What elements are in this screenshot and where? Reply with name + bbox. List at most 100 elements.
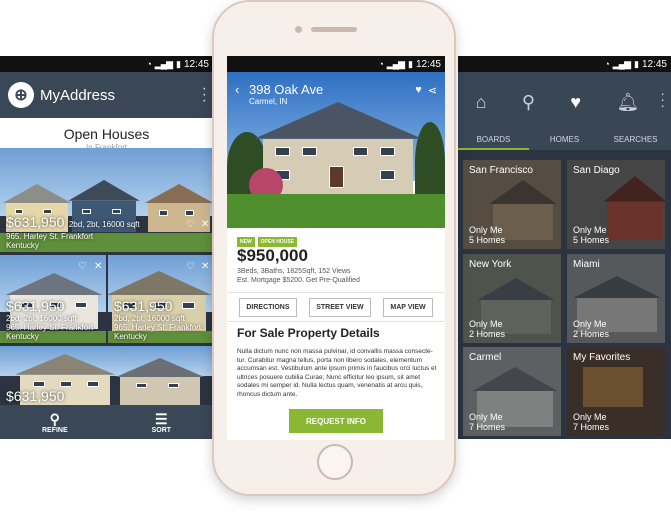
listing-item[interactable]: $631,950 2bd, 2bt, 16000 sqft 965. Harle…	[6, 214, 140, 250]
sort-button[interactable]: ☰ SORT	[152, 411, 171, 434]
tab-bar: BOARDS HOMES SEARCHES	[458, 132, 671, 150]
wifi-icon: ◔	[146, 59, 152, 69]
action-row: DIRECTIONS STREET VIEW MAP VIEW	[227, 292, 445, 322]
listing-specs: 2bd, 2bt, 16000 sqft	[6, 314, 77, 323]
right-phone-screen: ◔ ▂▄▆ ▮ 12:45 ⌂ ⚲ ♥ 🔔︎ · · · BOARDS HOMES …	[458, 56, 671, 439]
listing-item[interactable]: $631,950 2bd, 2bt, 16000 sqft 965. Harle…	[114, 298, 201, 341]
wifi-icon: ◔	[604, 59, 610, 69]
signal-icon: ▂▄▆	[154, 58, 173, 69]
listing-state: Kentucky	[114, 332, 147, 341]
listing-item[interactable]: $631,950	[6, 388, 64, 404]
share-icon[interactable]: ⋖	[428, 84, 437, 97]
status-bar: ◔ ▂▄▆ ▮ 12:45	[458, 56, 671, 72]
board-name: San Francisco	[469, 165, 533, 176]
listing-item[interactable]: $631,950 2bd, 2bt, 16000 sqft 965. Harle…	[6, 298, 93, 341]
close-icon[interactable]: ✕	[94, 261, 102, 272]
board-homes: 7 Homes	[469, 422, 506, 432]
property-price: $950,000	[237, 246, 308, 265]
status-time: 12:45	[641, 58, 667, 70]
hero-actions: ♥ ⋖	[415, 84, 437, 97]
board-count: Only Me 2 Homes	[573, 319, 609, 339]
listing-price: $631,950	[6, 298, 65, 314]
board-owner: Only Me	[573, 412, 607, 422]
speaker-grille	[311, 27, 357, 32]
close-icon[interactable]: ✕	[201, 219, 209, 230]
app-bar: ⊕ MyAddress · · ·	[0, 72, 213, 118]
status-bar: ◔ ▂▄▆ ▮ 12:45	[227, 56, 445, 72]
more-options-icon[interactable]: · · ·	[202, 81, 207, 109]
listing-specs: 2bd, 2bt, 16000 sqft	[68, 220, 140, 229]
listing-price: $631,950	[6, 214, 65, 230]
property-details: 3Beds, 3Baths, 1825Sqft, 152 Views	[237, 268, 351, 275]
board-tile[interactable]: San Francisco Only Me 5 Homes	[463, 160, 561, 249]
board-tile[interactable]: My Favorites Only Me 7 Homes	[567, 347, 665, 436]
board-count: Only Me 2 Homes	[469, 319, 505, 339]
property-photo[interactable]: ‹ 398 Oak Ave Carmel, IN ♥ ⋖	[227, 72, 445, 228]
board-owner: Only Me	[469, 225, 503, 235]
board-name: New York	[469, 259, 512, 270]
search-icon: ⚲	[49, 410, 60, 427]
bell-icon[interactable]: 🔔︎	[616, 92, 639, 113]
tab-boards[interactable]: BOARDS	[458, 132, 529, 150]
property-city: Carmel, IN	[249, 97, 288, 106]
back-arrow-icon[interactable]: ‹	[235, 82, 239, 97]
board-homes: 7 Homes	[573, 422, 610, 432]
heart-icon[interactable]: ♥	[415, 84, 422, 97]
board-count: Only Me 7 Homes	[573, 412, 609, 432]
heart-icon[interactable]: ♡	[186, 261, 195, 272]
refine-button[interactable]: ⚲ REFINE	[42, 411, 68, 434]
board-name: My Favorites	[573, 352, 631, 363]
status-bar: ◔ ▂▄▆ ▮ 12:45	[0, 56, 213, 72]
board-tile[interactable]: New York Only Me 2 Homes	[463, 254, 561, 343]
left-phone-screen: ◔ ▂▄▆ ▮ 12:45 ⊕ MyAddress · · · Open House…	[0, 56, 213, 439]
status-time: 12:45	[415, 58, 441, 70]
app-title: MyAddress	[40, 86, 116, 104]
board-owner: Only Me	[573, 319, 607, 329]
street-view-button[interactable]: STREET VIEW	[309, 297, 371, 317]
board-count: Only Me 5 Homes	[469, 225, 505, 245]
board-homes: 2 Homes	[469, 329, 506, 339]
signal-icon: ▂▄▆	[612, 58, 631, 69]
mortgage-estimate[interactable]: Est. Mortgage $5200. Get Pre-Qualified	[237, 277, 360, 284]
board-name: Carmel	[469, 352, 502, 363]
battery-icon: ▮	[634, 58, 639, 69]
directions-button[interactable]: DIRECTIONS	[239, 297, 297, 317]
home-icon[interactable]: ⌂	[476, 92, 487, 113]
map-view-button[interactable]: MAP VIEW	[383, 297, 433, 317]
front-camera	[295, 26, 302, 33]
board-owner: Only Me	[573, 225, 607, 235]
listing-address: 965. Harley St. Frankfort	[114, 323, 202, 332]
heart-icon[interactable]: ♡	[78, 261, 87, 272]
signal-icon: ▂▄▆	[386, 58, 405, 69]
board-tile[interactable]: Carmel Only Me 7 Homes	[463, 347, 561, 436]
board-homes: 5 Homes	[469, 235, 506, 245]
heart-icon[interactable]: ♥	[570, 92, 581, 113]
tab-searches[interactable]: SEARCHES	[600, 132, 671, 150]
listing-state: Kentucky	[6, 332, 39, 341]
board-tile[interactable]: Miami Only Me 2 Homes	[567, 254, 665, 343]
sort-icon: ☰	[155, 410, 168, 427]
center-phone-screen: ◔ ▂▄▆ ▮ 12:45 ‹ 398 Oak Ave Carmel, IN ♥…	[227, 56, 445, 440]
request-info-button[interactable]: REQUEST INFO	[289, 409, 383, 433]
board-tile[interactable]: San Diago Only Me 5 Homes	[567, 160, 665, 249]
close-icon[interactable]: ✕	[201, 261, 209, 272]
board-owner: Only Me	[469, 319, 503, 329]
section-title: For Sale Property Details	[237, 326, 380, 340]
home-button[interactable]	[317, 444, 353, 480]
board-count: Only Me 5 Homes	[573, 225, 609, 245]
list-title: Open Houses	[63, 126, 150, 142]
tab-homes[interactable]: HOMES	[529, 132, 600, 150]
heart-icon[interactable]: ♡	[186, 219, 195, 230]
listing-price: $631,950	[6, 388, 65, 404]
listing-price: $631,950	[114, 298, 173, 314]
board-count: Only Me 7 Homes	[469, 412, 505, 432]
search-icon[interactable]: ⚲	[522, 92, 535, 113]
listing-address: 965. Harley St. Frankfort	[6, 232, 94, 241]
listing-state: Kentucky	[6, 241, 39, 250]
top-nav: ⌂ ⚲ ♥ 🔔︎ · · ·	[458, 72, 671, 132]
more-options-icon[interactable]: · · ·	[660, 86, 665, 112]
status-time: 12:45	[183, 58, 209, 70]
board-homes: 5 Homes	[573, 235, 610, 245]
app-logo-icon: ⊕	[8, 82, 34, 108]
battery-icon: ▮	[408, 58, 413, 69]
